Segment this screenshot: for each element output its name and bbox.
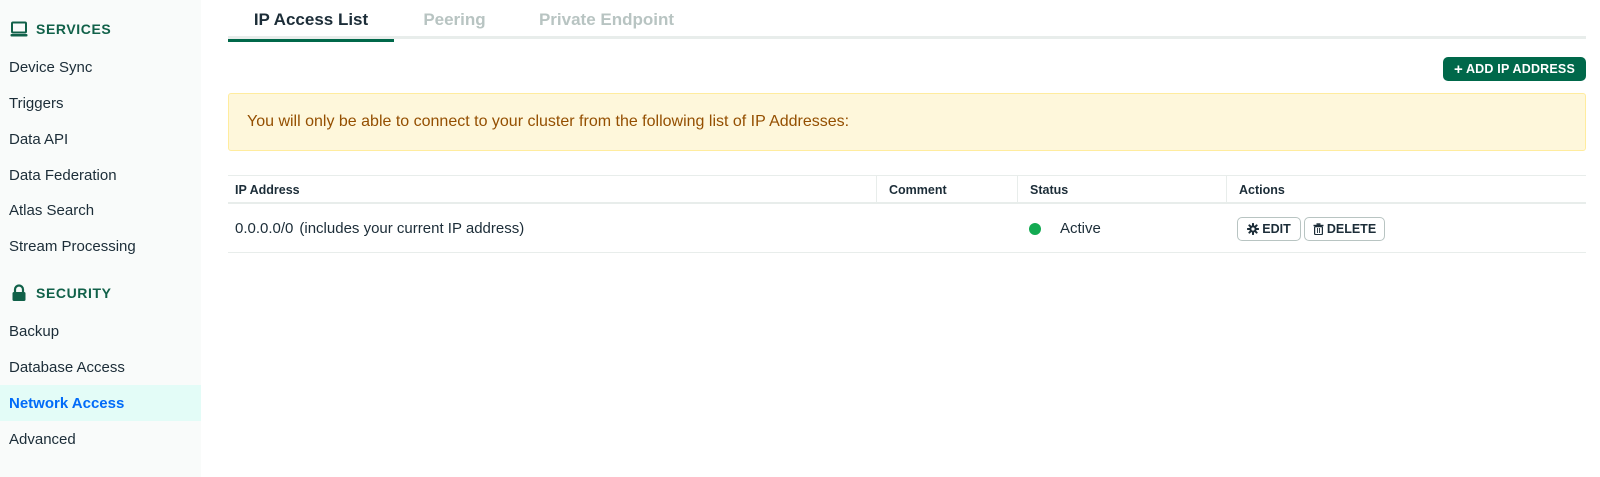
services-section-header: SERVICES (10, 16, 111, 42)
table-row: 0.0.0.0/0 (includes your current IP addr… (228, 204, 1586, 253)
ip-address-note: (includes your current IP address) (299, 220, 525, 237)
edit-button[interactable]: EDIT (1237, 217, 1301, 241)
tab-bar: IP Access List Peering Private Endpoint (228, 0, 1586, 42)
sidebar-item-triggers[interactable]: Triggers (0, 85, 201, 121)
tab-ip-access-list[interactable]: IP Access List (228, 0, 394, 42)
column-header-status[interactable]: Status (1017, 176, 1068, 203)
sidebar-item-data-federation[interactable]: Data Federation (0, 157, 201, 193)
security-section-label: SECURITY (36, 285, 112, 301)
sidebar-item-backup[interactable]: Backup (0, 313, 201, 349)
sidebar-item-database-access[interactable]: Database Access (0, 349, 201, 385)
table-header: IP Address Comment Status Actions (228, 175, 1586, 204)
edit-button-label: EDIT (1262, 222, 1291, 236)
status-value: Active (1060, 220, 1101, 237)
tab-peering[interactable]: Peering (418, 0, 491, 39)
column-header-comment[interactable]: Comment (876, 176, 947, 203)
add-ip-address-button[interactable]: + ADD IP ADDRESS (1443, 57, 1586, 81)
trash-icon (1313, 223, 1324, 235)
tab-private-endpoint[interactable]: Private Endpoint (538, 0, 675, 39)
status-active-dot-icon (1029, 222, 1041, 235)
sidebar-item-data-api[interactable]: Data API (0, 121, 201, 157)
security-section-header: SECURITY (10, 280, 112, 306)
ip-access-table: IP Address Comment Status Actions 0.0.0.… (228, 175, 1586, 253)
ip-address-value: 0.0.0.0/0 (235, 220, 294, 237)
sidebar: SERVICES Device Sync Triggers Data API D… (0, 0, 201, 477)
banner-text: You will only be able to connect to your… (247, 113, 850, 130)
column-header-ip-address[interactable]: IP Address (235, 176, 300, 203)
delete-button[interactable]: DELETE (1304, 217, 1385, 241)
ip-access-info-banner: You will only be able to connect to your… (228, 93, 1586, 151)
delete-button-label: DELETE (1326, 222, 1377, 236)
laptop-icon (10, 20, 28, 38)
status-cell: Active (1029, 204, 1101, 253)
sidebar-item-stream-processing[interactable]: Stream Processing (0, 228, 201, 264)
lock-icon (10, 284, 28, 302)
ip-address-cell: 0.0.0.0/0 (includes your current IP addr… (235, 204, 524, 253)
gear-icon (1247, 223, 1260, 235)
column-header-actions: Actions (1226, 176, 1285, 203)
plus-icon: + (1453, 60, 1463, 78)
sidebar-item-device-sync[interactable]: Device Sync (0, 49, 201, 85)
sidebar-item-atlas-search[interactable]: Atlas Search (0, 192, 201, 228)
add-ip-address-label: ADD IP ADDRESS (1465, 62, 1576, 76)
services-section-label: SERVICES (36, 21, 112, 37)
sidebar-item-advanced[interactable]: Advanced (0, 421, 201, 457)
sidebar-item-network-access[interactable]: Network Access (0, 385, 201, 421)
